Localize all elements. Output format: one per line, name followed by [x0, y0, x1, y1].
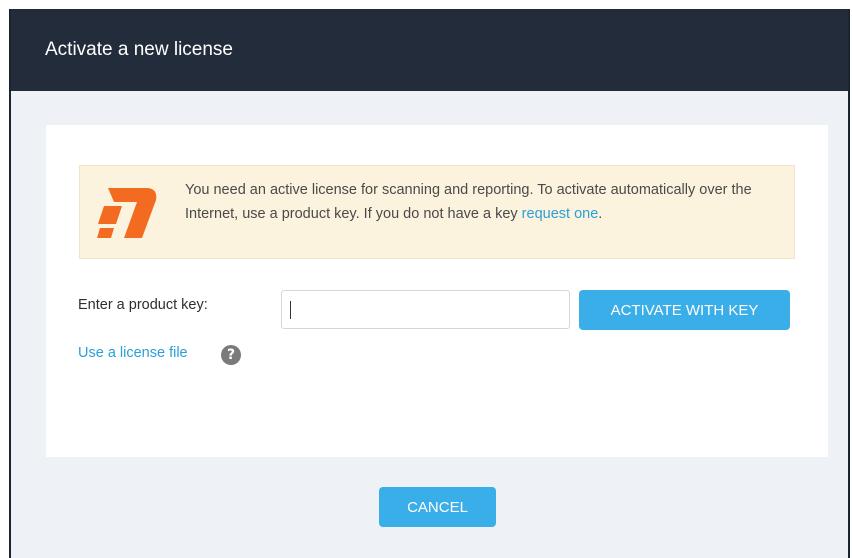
notice-message: You need an active license for scanning …	[185, 178, 783, 226]
license-notice: You need an active license for scanning …	[79, 165, 795, 259]
notice-text-end: .	[598, 206, 603, 222]
product-key-label: Enter a product key:	[78, 297, 208, 313]
rapid7-logo-icon	[97, 188, 157, 238]
dialog-title: Activate a new license	[45, 39, 233, 60]
notice-text-main: You need an active license for scanning …	[185, 182, 752, 222]
content-panel: You need an active license for scanning …	[46, 125, 828, 457]
question-circle-icon[interactable]: ?	[221, 345, 241, 365]
cancel-button[interactable]: CANCEL	[379, 487, 496, 527]
activate-with-key-button[interactable]: ACTIVATE WITH KEY	[579, 290, 790, 330]
activate-license-dialog: Activate a new license You need an activ…	[9, 9, 850, 558]
dialog-titlebar: Activate a new license	[11, 9, 848, 91]
text-cursor	[290, 301, 291, 319]
request-one-link[interactable]: request one	[522, 206, 599, 222]
use-license-file-link[interactable]: Use a license file	[78, 345, 188, 361]
product-key-input[interactable]	[281, 290, 570, 329]
